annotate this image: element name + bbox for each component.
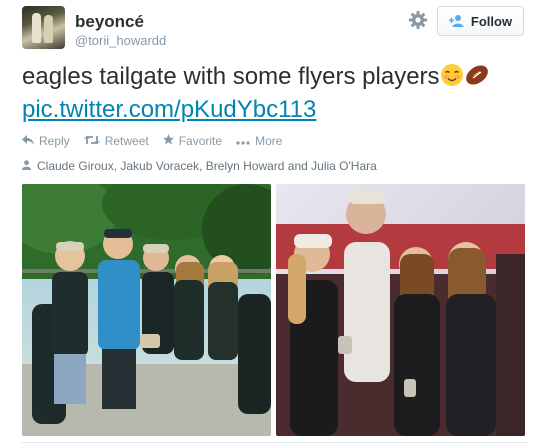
favorite-label: Favorite [178, 134, 223, 148]
display-name[interactable]: beyoncé [75, 12, 144, 32]
avatar[interactable] [22, 6, 65, 49]
tweet-text: eagles tailgate with some flyers players… [22, 62, 542, 125]
more-icon [236, 134, 250, 148]
more-label: More [255, 134, 283, 148]
tweet-photo-1[interactable] [22, 184, 271, 436]
retweet-icon [83, 134, 100, 148]
reply-action[interactable]: Reply [22, 134, 70, 148]
tweet-photo-2[interactable] [276, 184, 525, 436]
retweet-label: Retweet [104, 134, 149, 148]
tweet-photo-link[interactable]: pic.twitter.com/pKudYbc113 [22, 96, 316, 123]
tagged-people: Claude Giroux, Jakub Voracek, Brelyn How… [22, 159, 377, 173]
tagged-people-text[interactable]: Claude Giroux, Jakub Voracek, Brelyn How… [37, 159, 377, 173]
football-emoji-icon [464, 63, 490, 95]
reply-label: Reply [39, 134, 70, 148]
gear-icon[interactable] [407, 10, 429, 32]
reply-icon [22, 134, 34, 148]
follow-label: Follow [470, 13, 513, 29]
screen-name[interactable]: @torii_howardd [75, 33, 166, 48]
person-tag-icon [22, 159, 31, 173]
avatar-figure [44, 15, 53, 43]
avatar-figure [32, 13, 41, 43]
follow-button[interactable]: Follow [437, 6, 524, 36]
divider [22, 442, 527, 443]
tweet-body: eagles tailgate with some flyers players [22, 63, 440, 90]
more-action[interactable]: More [236, 134, 282, 148]
favorite-action[interactable]: Favorite [162, 134, 223, 148]
favorite-icon [162, 134, 174, 148]
retweet-action[interactable]: Retweet [83, 134, 149, 148]
blush-emoji-icon [440, 63, 464, 95]
follow-person-icon [448, 14, 465, 28]
tweet-actions: Reply Retweet Favorite More [22, 134, 282, 148]
tweet-header: beyoncé @torii_howardd Follow [22, 6, 532, 52]
